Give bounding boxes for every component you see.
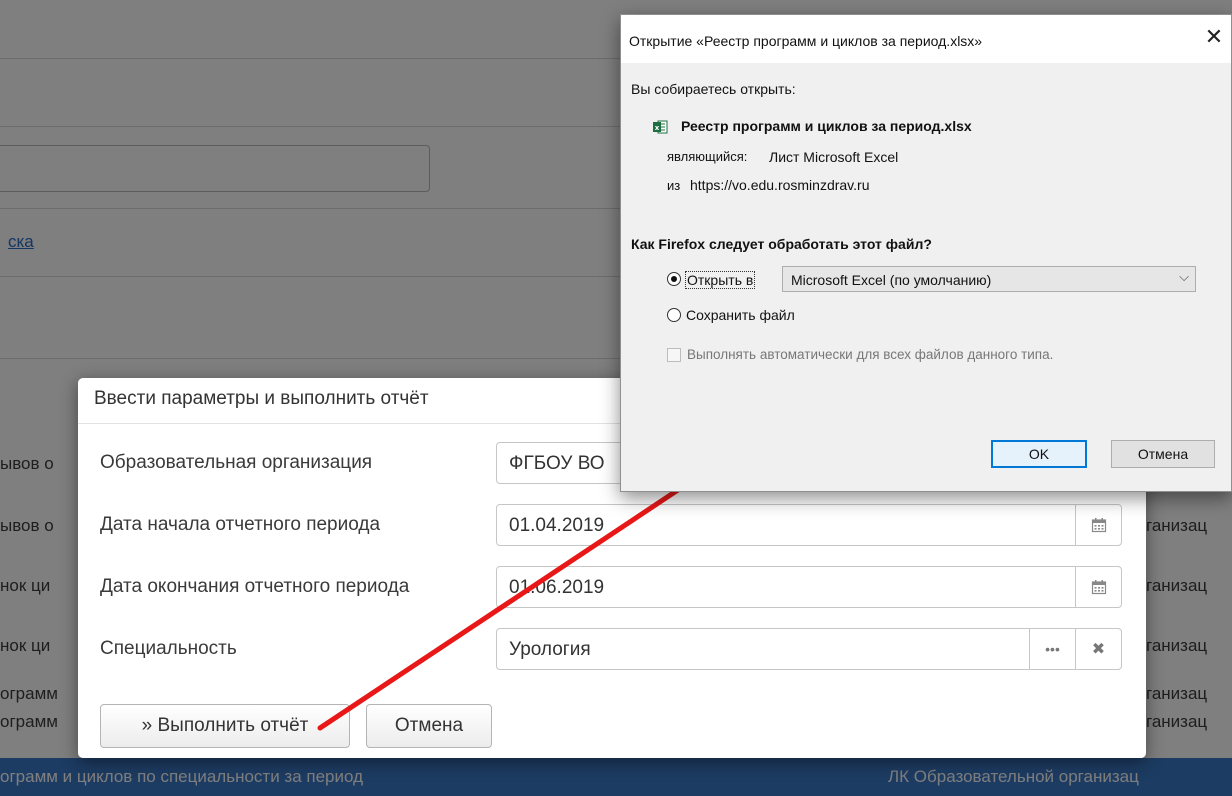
field-value: 01.04.2019 <box>509 515 605 536</box>
field-value: Урология <box>509 639 591 660</box>
field-label: Дата начала отчетного периода <box>100 514 381 535</box>
clear-icon[interactable]: ✖ <box>1075 629 1121 669</box>
field-value: ФГБОУ ВО <box>509 453 605 474</box>
field-end-date: Дата окончания отчетного периода 01.06.2… <box>78 566 1146 608</box>
excel-icon: x <box>653 120 668 134</box>
close-icon[interactable]: ✕ <box>1199 25 1229 49</box>
auto-action-checkbox[interactable] <box>667 348 681 362</box>
from-value: https://vo.edu.rosminzdrav.ru <box>690 177 870 193</box>
open-with-label[interactable]: Открыть в <box>685 271 756 289</box>
field-label: Специальность <box>100 638 237 659</box>
field-start-date: Дата начала отчетного периода 01.04.2019 <box>78 504 1146 546</box>
application-value: Microsoft Excel (по умолчанию) <box>791 272 992 288</box>
end-date-input[interactable]: 01.06.2019 <box>496 566 1122 608</box>
field-value: 01.06.2019 <box>509 577 605 598</box>
intro-text: Вы собираетесь открыть: <box>631 81 796 97</box>
firefox-open-dialog: Открытие «Реестр программ и циклов за пе… <box>620 14 1232 492</box>
from-label: из <box>667 178 681 193</box>
field-specialty: Специальность Урология ••• ✖ <box>78 628 1146 670</box>
cancel-button[interactable]: Отмена <box>366 704 492 748</box>
auto-action-label: Выполнять автоматически для всех файлов … <box>687 347 1054 362</box>
ellipsis-icon[interactable]: ••• <box>1029 629 1075 669</box>
chevron-down-icon: ⌵ <box>1179 269 1189 284</box>
svg-text:x: x <box>655 124 660 132</box>
application-select[interactable]: Microsoft Excel (по умолчанию) ⌵ <box>782 266 1196 292</box>
type-value: Лист Microsoft Excel <box>769 149 899 165</box>
start-date-input[interactable]: 01.04.2019 <box>496 504 1122 546</box>
save-file-label[interactable]: Сохранить файл <box>686 307 795 323</box>
dialog-title: Открытие «Реестр программ и циклов за пе… <box>629 33 983 49</box>
field-label: Дата окончания отчетного периода <box>100 576 410 597</box>
specialty-input[interactable]: Урология ••• ✖ <box>496 628 1122 670</box>
ok-button[interactable]: OK <box>991 440 1087 468</box>
handling-question: Как Firefox следует обработать этот файл… <box>631 236 932 252</box>
field-label: Образовательная организация <box>100 452 373 473</box>
type-label: являющийся: <box>667 149 748 164</box>
calendar-icon[interactable] <box>1075 567 1121 607</box>
cancel-button[interactable]: Отмена <box>1111 440 1215 468</box>
save-file-radio[interactable] <box>667 308 681 322</box>
file-name: Реестр программ и циклов за период.xlsx <box>681 118 972 134</box>
run-report-button[interactable]: » Выполнить отчёт <box>100 704 350 748</box>
calendar-icon[interactable] <box>1075 505 1121 545</box>
dialog-titlebar: Открытие «Реестр программ и циклов за пе… <box>621 15 1231 63</box>
open-with-radio[interactable] <box>667 272 681 286</box>
